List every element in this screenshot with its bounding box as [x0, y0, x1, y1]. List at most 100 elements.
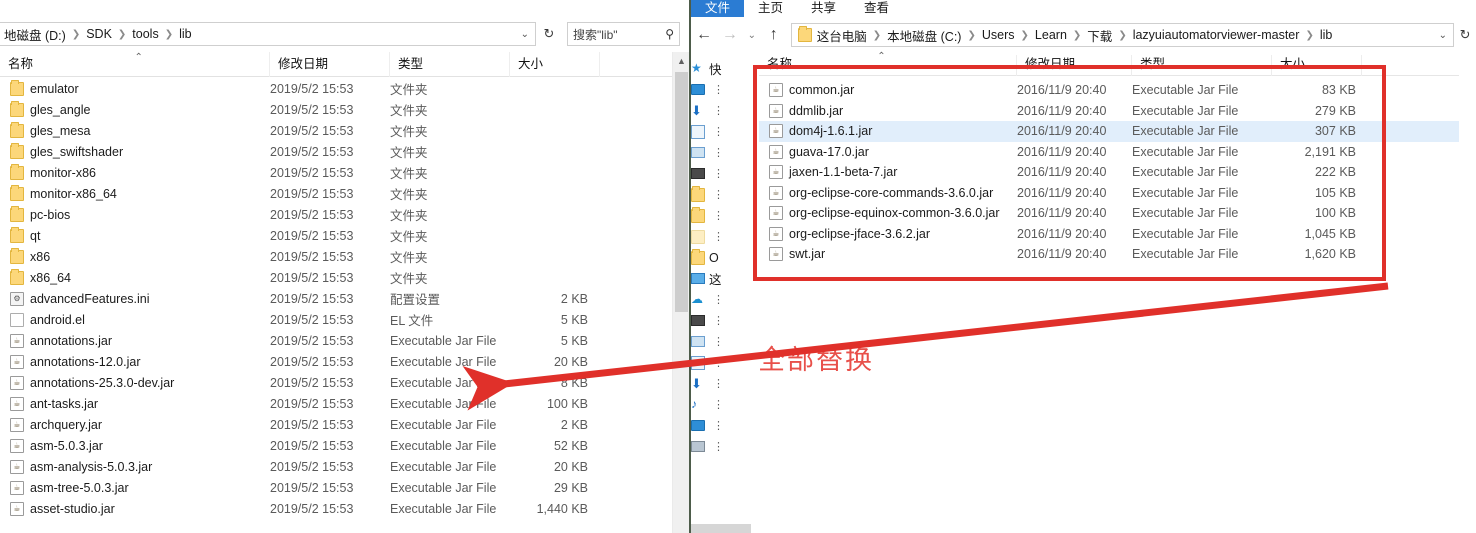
sidebar-item-truncation: ⋮: [713, 231, 724, 243]
ribbon-tab-1[interactable]: 主页: [744, 0, 797, 17]
breadcrumb-item[interactable]: Users: [979, 28, 1018, 42]
breadcrumb-item[interactable]: SDK: [83, 27, 115, 41]
file-row[interactable]: asm-5.0.3.jar 2019/5/2 15:53 Executable Ja…: [0, 435, 672, 456]
ribbon-tab-0[interactable]: 文件: [691, 0, 745, 17]
sidebar-item-4[interactable]: ⋮: [691, 142, 759, 163]
file-row[interactable]: asm-tree-5.0.3.jar 2019/5/2 15:53 Executab…: [0, 477, 672, 498]
file-row[interactable]: jaxen-1.1-beta-7.jar 2016/11/9 20:40 Execu…: [759, 162, 1459, 183]
right-file-list[interactable]: common.jar 2016/11/9 20:40 Executable Jar …: [759, 80, 1459, 280]
sidebar-item-5[interactable]: ⋮: [691, 163, 759, 184]
sidebar-item-10[interactable]: 这: [691, 268, 759, 289]
sidebar-item-6[interactable]: ⋮: [691, 184, 759, 205]
sidebar-item-13[interactable]: ⋮: [691, 331, 759, 352]
file-row[interactable]: common.jar 2016/11/9 20:40 Executable Jar …: [759, 80, 1459, 101]
file-name-cell: jaxen-1.1-beta-7.jar: [759, 165, 1017, 180]
file-row[interactable]: pc-bios 2019/5/2 15:53 文件夹: [0, 204, 672, 225]
file-row[interactable]: org-eclipse-equinox-common-3.6.0.jar 2016…: [759, 203, 1459, 224]
left-file-list[interactable]: emulator 2019/5/2 15:53 文件夹 gles_angle 2019/…: [0, 78, 672, 533]
breadcrumb-item[interactable]: lazyuiautomatorviewer-master: [1130, 28, 1303, 42]
chevron-up-icon[interactable]: ▲: [673, 52, 690, 69]
right-refresh-icon[interactable]: ↻: [1454, 23, 1476, 47]
breadcrumb-item[interactable]: 这台电脑: [814, 26, 870, 45]
sidebar-item-0[interactable]: ★ 快: [691, 58, 759, 79]
breadcrumb-item[interactable]: Learn: [1032, 28, 1070, 42]
file-row[interactable]: qt 2019/5/2 15:53 文件夹: [0, 225, 672, 246]
sidebar-item-14[interactable]: ⋮: [691, 352, 759, 373]
right-navigation-pane[interactable]: ★ 快 ⋮ ⬇ ⋮ ⋮ ⋮ ⋮ ⋮ ⋮ ⋮ O 这 ☁ ⋮ ⋮ ⋮ ⋮ ⬇ ⋮ ♪ ⋮ ⋮ ⋮: [691, 58, 759, 533]
breadcrumb-item[interactable]: 地磁盘 (D:): [1, 25, 69, 44]
ribbon-tab-2[interactable]: 共享: [797, 0, 850, 17]
sidebar-item-12[interactable]: ⋮: [691, 310, 759, 331]
left-search-input[interactable]: 搜索"lib" ⚲: [567, 22, 680, 46]
column-header-type[interactable]: 类型: [390, 51, 510, 77]
sidebar-item-11[interactable]: ☁ ⋮: [691, 289, 759, 310]
file-row[interactable]: gles_swiftshader 2019/5/2 15:53 文件夹: [0, 141, 672, 162]
file-row[interactable]: monitor-x86_64 2019/5/2 15:53 文件夹: [0, 183, 672, 204]
ribbon-tab-3[interactable]: 查看: [850, 0, 903, 17]
file-row[interactable]: org-eclipse-jface-3.6.2.jar 2016/11/9 20:…: [759, 224, 1459, 245]
file-row[interactable]: gles_angle 2019/5/2 15:53 文件夹: [0, 99, 672, 120]
column-header-size[interactable]: 大小: [1272, 55, 1362, 76]
sidebar-item-9[interactable]: O: [691, 247, 759, 268]
breadcrumb-item[interactable]: lib: [176, 27, 195, 41]
file-row[interactable]: dom4j-1.6.1.jar 2016/11/9 20:40 Executable…: [759, 121, 1459, 142]
back-button[interactable]: ←: [691, 22, 717, 48]
sidebar-item-18[interactable]: ⋮: [691, 436, 759, 457]
file-date-cell: 2019/5/2 15:53: [270, 396, 354, 411]
file-row[interactable]: ddmlib.jar 2016/11/9 20:40 Executable Jar …: [759, 101, 1459, 122]
file-row[interactable]: annotations.jar 2019/5/2 15:53 Executable …: [0, 330, 672, 351]
file-row[interactable]: archquery.jar 2019/5/2 15:53 Executable Ja…: [0, 414, 672, 435]
column-header-date[interactable]: 修改日期: [270, 51, 390, 77]
sidebar-item-7[interactable]: ⋮: [691, 205, 759, 226]
breadcrumb-item[interactable]: 下载: [1084, 26, 1115, 45]
recent-locations-button[interactable]: ⌄: [743, 22, 761, 48]
sidebar-item-8[interactable]: ⋮: [691, 226, 759, 247]
file-row[interactable]: emulator 2019/5/2 15:53 文件夹: [0, 78, 672, 99]
breadcrumb-item[interactable]: 本地磁盘 (C:): [884, 26, 964, 45]
file-name-cell: gles_mesa: [0, 121, 270, 138]
column-header-date[interactable]: 修改日期: [1017, 55, 1132, 76]
left-refresh-icon[interactable]: ↻: [537, 22, 561, 46]
file-row[interactable]: android.el 2019/5/2 15:53 EL 文件 5 KB: [0, 309, 672, 330]
file-row[interactable]: org-eclipse-core-commands-3.6.0.jar 2016/…: [759, 183, 1459, 204]
column-header-name[interactable]: 名称: [0, 45, 270, 77]
sidebar-item-16[interactable]: ♪ ⋮: [691, 394, 759, 415]
file-name-cell: guava-17.0.jar: [759, 144, 1017, 159]
up-button[interactable]: ↑: [761, 22, 787, 48]
column-header-name[interactable]: 名称: [759, 47, 1017, 76]
file-row[interactable]: x86 2019/5/2 15:53 文件夹: [0, 246, 672, 267]
column-header-type[interactable]: 类型: [1132, 55, 1272, 76]
right-horizontal-scrollbar[interactable]: [691, 524, 751, 533]
breadcrumb-item[interactable]: tools: [129, 27, 161, 41]
chevron-down-icon[interactable]: ⌄: [517, 29, 535, 40]
file-row[interactable]: x86_64 2019/5/2 15:53 文件夹: [0, 267, 672, 288]
file-row[interactable]: gles_mesa 2019/5/2 15:53 文件夹: [0, 120, 672, 141]
file-row[interactable]: guava-17.0.jar 2016/11/9 20:40 Executable …: [759, 142, 1459, 163]
file-row[interactable]: advancedFeatures.ini 2019/5/2 15:53 配置设置 2 …: [0, 288, 672, 309]
sidebar-item-3[interactable]: ⋮: [691, 121, 759, 142]
sidebar-item-15[interactable]: ⬇ ⋮: [691, 373, 759, 394]
file-row[interactable]: asset-studio.jar 2019/5/2 15:53 Executable…: [0, 498, 672, 519]
file-name: org-eclipse-jface-3.6.2.jar: [789, 226, 931, 241]
left-address-bar[interactable]: 地磁盘 (D:) ❯ SDK ❯ tools ❯ lib ⌄: [0, 22, 536, 46]
forward-button[interactable]: →: [717, 22, 743, 48]
sidebar-item-2[interactable]: ⬇ ⋮: [691, 100, 759, 121]
chevron-down-icon[interactable]: ⌄: [1435, 30, 1453, 41]
file-row[interactable]: swt.jar 2016/11/9 20:40 Executable Jar Fil…: [759, 244, 1459, 265]
file-name: gles_swiftshader: [30, 144, 124, 159]
file-row[interactable]: monitor-x86 2019/5/2 15:53 文件夹: [0, 162, 672, 183]
left-scrollbar[interactable]: ▲: [672, 52, 689, 533]
sidebar-item-1[interactable]: ⋮: [691, 79, 759, 100]
right-address-bar[interactable]: 这台电脑 ❯ 本地磁盘 (C:) ❯ Users ❯ Learn ❯ 下载 ❯ lazyuiauto…: [790, 23, 1455, 47]
column-header-size[interactable]: 大小: [510, 51, 600, 77]
sidebar-item-17[interactable]: ⋮: [691, 415, 759, 436]
file-row[interactable]: annotations-25.3.0-dev.jar 2019/5/2 15:53…: [0, 372, 672, 393]
breadcrumb-item[interactable]: lib: [1317, 28, 1336, 42]
folder-icon: [10, 142, 24, 159]
left-scrollbar-thumb[interactable]: [675, 72, 688, 312]
file-row[interactable]: annotations-12.0.jar 2019/5/2 15:53 Execut…: [0, 351, 672, 372]
file-row[interactable]: asm-analysis-5.0.3.jar 2019/5/2 15:53 Exec…: [0, 456, 672, 477]
file-date-cell: 2019/5/2 15:53: [270, 102, 354, 117]
file-row[interactable]: ant-tasks.jar 2019/5/2 15:53 Executable Ja…: [0, 393, 672, 414]
file-name: x86_64: [30, 270, 72, 285]
